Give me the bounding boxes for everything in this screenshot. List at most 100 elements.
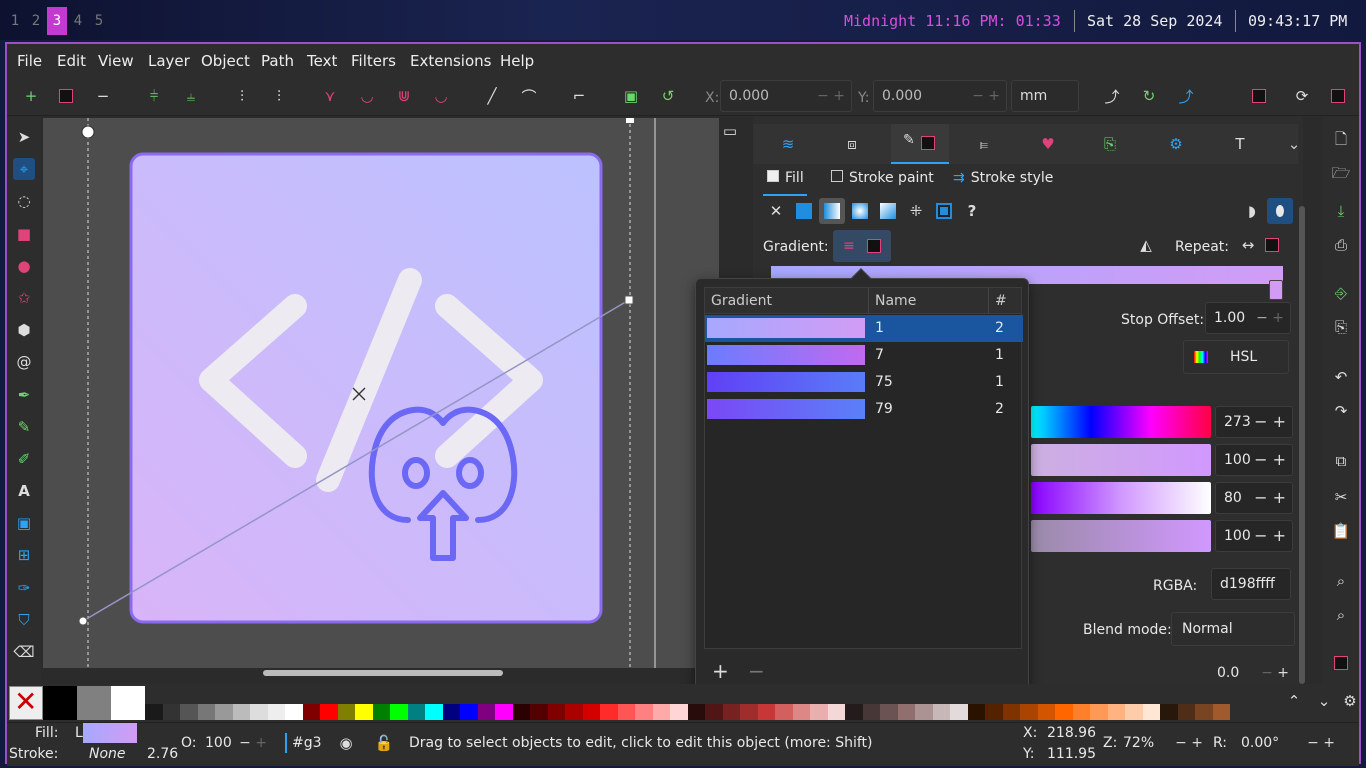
palette-swatch[interactable] bbox=[390, 704, 408, 720]
palette-swatches[interactable] bbox=[145, 704, 1285, 720]
palette-swatch[interactable] bbox=[232, 704, 250, 720]
swatch-icon[interactable] bbox=[933, 200, 955, 222]
edit-clip-icon[interactable]: ⤴ bbox=[1101, 85, 1123, 107]
mesh-gradient-icon[interactable] bbox=[877, 200, 899, 222]
palette-swatch[interactable] bbox=[302, 704, 320, 720]
header-count[interactable]: # bbox=[995, 293, 1007, 309]
layer-selector[interactable]: #g3 bbox=[292, 735, 322, 751]
new-document-icon[interactable]: 🗋 bbox=[1330, 130, 1352, 152]
palette-swatch[interactable] bbox=[1177, 704, 1195, 720]
missing-icon-2[interactable] bbox=[1248, 85, 1270, 107]
fill-rule-nonzero-icon[interactable]: ⬮ bbox=[1267, 198, 1293, 224]
palette-swatch[interactable] bbox=[740, 704, 758, 720]
mesh-tool-icon[interactable]: ⊞ bbox=[13, 544, 35, 566]
palette-swatch[interactable] bbox=[950, 704, 968, 720]
save-icon[interactable]: ⤓ bbox=[1330, 200, 1352, 222]
dropper-tool-icon[interactable]: ✑ bbox=[13, 577, 35, 599]
add-gradient-button[interactable]: + bbox=[712, 659, 729, 683]
pattern-icon[interactable]: ⁜ bbox=[905, 200, 927, 222]
stroke-paint-tab[interactable]: Stroke paint bbox=[831, 170, 934, 186]
palette-swatch[interactable] bbox=[687, 704, 705, 720]
linear-gradient-icon[interactable] bbox=[819, 198, 845, 224]
gray-swatch[interactable] bbox=[77, 686, 111, 720]
palette-swatch[interactable] bbox=[880, 704, 898, 720]
palette-settings-icon[interactable]: ⚙ bbox=[1339, 690, 1361, 712]
canvas-frame-icon[interactable]: ▭ bbox=[719, 120, 741, 142]
black-swatch[interactable] bbox=[43, 686, 77, 720]
palette-swatch[interactable] bbox=[372, 704, 390, 720]
pencil-tool-icon[interactable]: ✎ bbox=[13, 416, 35, 438]
menu-help[interactable]: Help bbox=[500, 52, 534, 70]
palette-swatch[interactable] bbox=[1107, 704, 1125, 720]
selector-tool-icon[interactable]: ➤ bbox=[13, 126, 35, 148]
reverse-gradient-icon[interactable]: ◭ bbox=[1135, 234, 1157, 256]
zoom-selection-icon[interactable]: ⌕ bbox=[1330, 570, 1352, 592]
blend-mode-select[interactable]: Normal bbox=[1171, 612, 1295, 646]
palette-swatch[interactable] bbox=[705, 704, 723, 720]
palette-scroll-down-icon[interactable]: ⌄ bbox=[1313, 690, 1335, 712]
lock-icon[interactable]: 🔓 bbox=[373, 732, 395, 754]
palette-swatch[interactable] bbox=[197, 704, 215, 720]
white-swatch[interactable] bbox=[111, 686, 145, 720]
node-handle[interactable] bbox=[81, 125, 95, 139]
palette-swatch[interactable] bbox=[425, 704, 443, 720]
export-icon[interactable]: ⎘ bbox=[1330, 316, 1352, 338]
layers-tab-icon[interactable]: ≋ bbox=[777, 133, 799, 155]
saturation-field[interactable]: 100− + bbox=[1215, 444, 1293, 476]
workspace-3[interactable]: 3 bbox=[47, 7, 67, 35]
gradient-row[interactable]: 75 1 bbox=[705, 369, 1023, 396]
menu-layer[interactable]: Layer bbox=[148, 52, 190, 70]
menu-extensions[interactable]: Extensions bbox=[410, 52, 491, 70]
stroke-to-path-icon[interactable]: ▣ bbox=[620, 85, 642, 107]
missing-icon-4[interactable] bbox=[1261, 234, 1283, 256]
segment-curve-icon[interactable]: ⌒ bbox=[518, 85, 540, 107]
stroke-style-tab[interactable]: ⇉ Stroke style bbox=[953, 170, 1053, 186]
palette-swatch[interactable] bbox=[1002, 704, 1020, 720]
hue-slider[interactable] bbox=[1031, 406, 1211, 438]
paste-icon[interactable]: 📋 bbox=[1330, 520, 1352, 542]
remove-gradient-button[interactable]: − bbox=[748, 659, 765, 683]
gradient-stop-handle[interactable] bbox=[1269, 280, 1283, 300]
y-coordinate-field[interactable]: 0.000− + bbox=[873, 80, 1007, 112]
palette-swatch[interactable] bbox=[1072, 704, 1090, 720]
palette-swatch[interactable] bbox=[985, 704, 1003, 720]
eraser-tool-icon[interactable]: ⌫ bbox=[13, 641, 35, 663]
insert-node-icon[interactable]: + bbox=[20, 85, 42, 107]
objects-tab-icon[interactable]: ⚙ bbox=[1165, 133, 1187, 155]
header-name[interactable]: Name bbox=[875, 293, 916, 309]
palette-swatch[interactable] bbox=[775, 704, 793, 720]
unset-paint-icon[interactable]: ? bbox=[961, 200, 983, 222]
gradient-row[interactable]: 79 2 bbox=[705, 396, 1023, 423]
no-paint-icon[interactable]: ✕ bbox=[765, 200, 787, 222]
missing-icon[interactable] bbox=[55, 85, 77, 107]
palette-swatch[interactable] bbox=[1212, 704, 1230, 720]
palette-swatch[interactable] bbox=[897, 704, 915, 720]
missing-icon-5[interactable] bbox=[1330, 652, 1352, 674]
segment-line-icon[interactable]: ╱ bbox=[481, 85, 503, 107]
palette-swatch[interactable] bbox=[565, 704, 583, 720]
xml-editor-tab-icon[interactable]: ⧈ bbox=[841, 133, 863, 155]
palette-swatch[interactable] bbox=[495, 704, 513, 720]
palette-swatch[interactable] bbox=[967, 704, 985, 720]
visibility-icon[interactable]: ◉ bbox=[335, 732, 357, 754]
object-to-path-icon[interactable]: ⌐ bbox=[568, 85, 590, 107]
rgba-field[interactable]: d198ffff bbox=[1211, 568, 1291, 600]
palette-swatch[interactable] bbox=[180, 704, 198, 720]
repeat-mode-icon[interactable]: ↔ bbox=[1237, 234, 1259, 256]
join-nodes-icon[interactable]: ⫩ bbox=[143, 85, 165, 107]
palette-swatch[interactable] bbox=[757, 704, 775, 720]
star-tool-icon[interactable]: ✩ bbox=[13, 287, 35, 309]
zoom-drawing-icon[interactable]: ⌕ bbox=[1330, 604, 1352, 626]
menu-edit[interactable]: Edit bbox=[57, 52, 86, 70]
palette-swatch[interactable] bbox=[1037, 704, 1055, 720]
palette-swatch[interactable] bbox=[1020, 704, 1038, 720]
stroke-width[interactable]: 2.76 bbox=[147, 746, 178, 762]
radial-gradient-icon[interactable] bbox=[849, 200, 871, 222]
palette-swatch[interactable] bbox=[547, 704, 565, 720]
undo-icon[interactable]: ↶ bbox=[1330, 366, 1352, 388]
fill-tab[interactable]: Fill bbox=[767, 170, 804, 186]
path-effect-icon[interactable]: ↺ bbox=[657, 85, 679, 107]
palette-swatch[interactable] bbox=[1160, 704, 1178, 720]
workspace-1[interactable]: 1 bbox=[5, 7, 25, 35]
palette-swatch[interactable] bbox=[1090, 704, 1108, 720]
